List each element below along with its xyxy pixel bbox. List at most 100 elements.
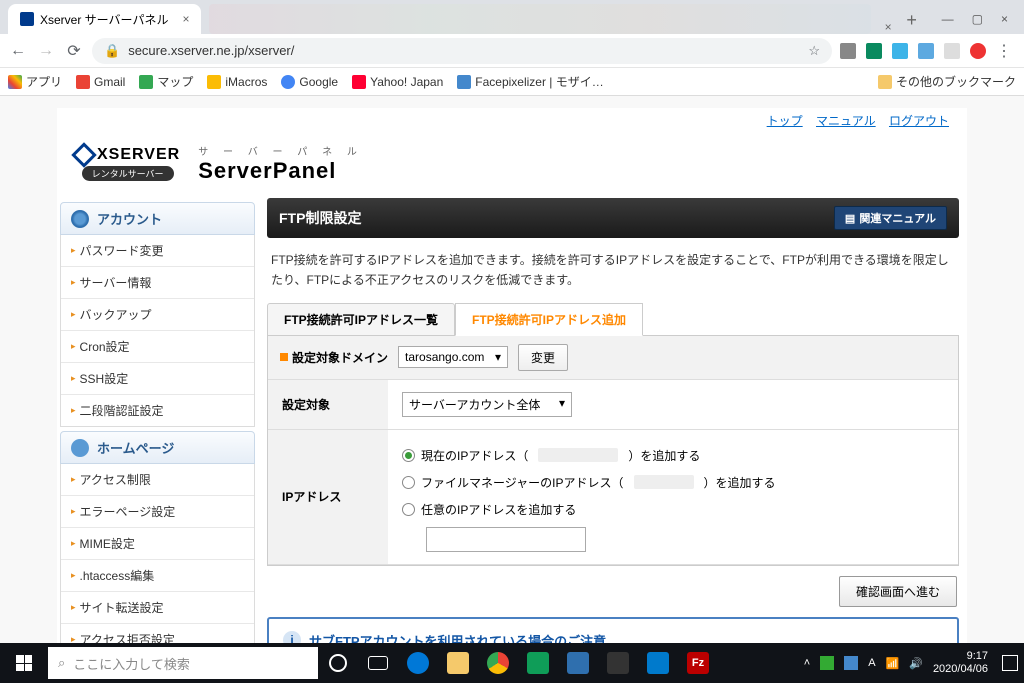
page-icon bbox=[71, 439, 89, 457]
tab-close-icon[interactable]: × bbox=[182, 12, 189, 26]
star-icon[interactable]: ☆ bbox=[808, 43, 820, 59]
tray-icon[interactable] bbox=[820, 656, 834, 670]
confirm-button[interactable]: 確認画面へ進む bbox=[839, 576, 957, 607]
bookmark-item[interactable]: Google bbox=[281, 75, 338, 89]
sidebar-item[interactable]: エラーページ設定 bbox=[61, 495, 254, 527]
radio-current-ip[interactable]: 現在のIPアドレス（）を追加する bbox=[402, 442, 944, 469]
lock-icon: 🔒 bbox=[104, 43, 120, 59]
sidebar-head-homepage: ホームページ bbox=[60, 431, 255, 464]
extension-icon[interactable] bbox=[840, 43, 856, 59]
manual-link[interactable]: マニュアル bbox=[816, 114, 876, 128]
bookmark-item[interactable]: Gmail bbox=[76, 75, 125, 89]
app-icon[interactable] bbox=[558, 643, 598, 683]
masked-ip bbox=[538, 448, 618, 462]
new-tab-button[interactable]: + bbox=[898, 6, 926, 34]
sidebar-item[interactable]: パスワード変更 bbox=[61, 235, 254, 266]
back-button[interactable]: ← bbox=[8, 41, 28, 61]
ghost-tab-close-icon[interactable]: × bbox=[879, 20, 898, 34]
ip-label: IPアドレス bbox=[268, 429, 388, 564]
bookmark-item[interactable]: Yahoo! Japan bbox=[352, 75, 443, 89]
other-bookmarks[interactable]: その他のブックマーク bbox=[878, 73, 1016, 90]
filezilla-icon[interactable]: Fz bbox=[678, 643, 718, 683]
radio-icon bbox=[402, 476, 415, 489]
masked-ip bbox=[634, 475, 694, 489]
extension-icon[interactable] bbox=[970, 43, 986, 59]
apps-button[interactable]: アプリ bbox=[8, 73, 62, 90]
sidebar-item[interactable]: サイト転送設定 bbox=[61, 591, 254, 623]
logout-link[interactable]: ログアウト bbox=[889, 114, 949, 128]
address-bar[interactable]: 🔒 secure.xserver.ne.jp/xserver/ ☆ bbox=[92, 38, 832, 64]
tab-ip-list[interactable]: FTP接続許可IPアドレス一覧 bbox=[267, 303, 455, 335]
radio-custom-ip[interactable]: 任意のIPアドレスを追加する bbox=[402, 496, 944, 523]
sidebar-item[interactable]: サーバー情報 bbox=[61, 266, 254, 298]
store-icon[interactable] bbox=[518, 643, 558, 683]
domain-label: 設定対象ドメイン bbox=[280, 349, 388, 366]
blurred-tabs bbox=[209, 4, 870, 34]
notice-box: i サブFTPアカウントを利用されている場合のご注意 設定対象により、以下の条件… bbox=[267, 617, 959, 643]
domain-select[interactable]: tarosango.com ▾ bbox=[398, 346, 508, 368]
extension-icon[interactable] bbox=[866, 43, 882, 59]
info-icon: i bbox=[283, 631, 301, 643]
forward-button[interactable]: → bbox=[36, 41, 56, 61]
sidebar-item[interactable]: アクセス拒否設定 bbox=[61, 623, 254, 643]
taskbar-clock[interactable]: 9:17 2020/04/06 bbox=[933, 650, 992, 676]
minimize-button[interactable]: — bbox=[942, 12, 954, 26]
close-window-button[interactable]: × bbox=[1001, 12, 1008, 26]
radio-filemanager-ip[interactable]: ファイルマネージャーのIPアドレス（）を追加する bbox=[402, 469, 944, 496]
custom-ip-input[interactable] bbox=[426, 527, 586, 552]
sidebar-item[interactable]: .htaccess編集 bbox=[61, 559, 254, 591]
user-icon bbox=[71, 210, 89, 228]
sidebar-item[interactable]: SSH設定 bbox=[61, 362, 254, 394]
xserver-icon bbox=[71, 142, 96, 167]
related-manual-button[interactable]: ▤ 関連マニュアル bbox=[834, 206, 947, 230]
edge-icon[interactable] bbox=[398, 643, 438, 683]
top-link[interactable]: トップ bbox=[767, 114, 803, 128]
tab-ip-add[interactable]: FTP接続許可IPアドレス追加 bbox=[455, 303, 643, 336]
serverpanel-title: サ ー バ ー パ ネ ル ServerPanel bbox=[198, 143, 363, 184]
page-title: FTP制限設定 bbox=[279, 208, 361, 228]
target-label: 設定対象 bbox=[268, 380, 388, 430]
notice-title: サブFTPアカウントを利用されている場合のご注意 bbox=[309, 631, 606, 643]
sidebar-item[interactable]: Cron設定 bbox=[61, 330, 254, 362]
extension-icon[interactable] bbox=[892, 43, 908, 59]
sidebar-item[interactable]: MIME設定 bbox=[61, 527, 254, 559]
start-button[interactable] bbox=[0, 643, 48, 683]
bookmark-item[interactable]: iMacros bbox=[207, 75, 267, 89]
wifi-icon[interactable]: 📶 bbox=[886, 657, 900, 670]
target-select[interactable]: サーバーアカウント全体 ▾ bbox=[402, 392, 572, 417]
chrome-icon[interactable] bbox=[478, 643, 518, 683]
change-button[interactable]: 変更 bbox=[518, 344, 568, 371]
profile-icon[interactable] bbox=[944, 43, 960, 59]
explorer-icon[interactable] bbox=[438, 643, 478, 683]
tab-favicon bbox=[20, 12, 34, 26]
sidebar-item[interactable]: バックアップ bbox=[61, 298, 254, 330]
bookmark-item[interactable]: Facepixelizer | モザイ… bbox=[457, 73, 603, 90]
page-description: FTP接続を許可するIPアドレスを追加できます。接続を許可するIPアドレスを設定… bbox=[267, 238, 959, 303]
app-icon[interactable] bbox=[598, 643, 638, 683]
browser-tab[interactable]: Xserver サーバーパネル × bbox=[8, 4, 201, 34]
rental-badge: レンタルサーバー bbox=[82, 166, 174, 181]
vscode-icon[interactable] bbox=[638, 643, 678, 683]
reload-button[interactable]: ⟳ bbox=[64, 41, 84, 61]
tray-icon[interactable] bbox=[844, 656, 858, 670]
extension-icon[interactable] bbox=[918, 43, 934, 59]
taskbar-search[interactable]: ⌕ ここに入力して検索 bbox=[48, 647, 318, 679]
sidebar-head-account: アカウント bbox=[60, 202, 255, 235]
xserver-logo: XSERVER レンタルサーバー bbox=[75, 146, 180, 181]
ime-icon[interactable]: A bbox=[868, 657, 875, 669]
radio-icon bbox=[402, 449, 415, 462]
url-text: secure.xserver.ne.jp/xserver/ bbox=[128, 43, 294, 58]
radio-icon bbox=[402, 503, 415, 516]
sidebar-item[interactable]: アクセス制限 bbox=[61, 464, 254, 495]
volume-icon[interactable]: 🔊 bbox=[909, 657, 923, 670]
sidebar-item[interactable]: 二段階認証設定 bbox=[61, 394, 254, 426]
bookmark-item[interactable]: マップ bbox=[139, 73, 193, 90]
tray-chevron-icon[interactable]: ˄ bbox=[804, 657, 810, 669]
search-icon: ⌕ bbox=[58, 655, 65, 671]
notifications-icon[interactable] bbox=[1002, 655, 1018, 671]
cortana-icon[interactable] bbox=[318, 643, 358, 683]
menu-icon[interactable]: ⋮ bbox=[996, 41, 1012, 61]
tab-title: Xserver サーバーパネル bbox=[40, 11, 168, 28]
task-view-icon[interactable] bbox=[358, 643, 398, 683]
maximize-button[interactable]: ▢ bbox=[972, 12, 983, 26]
